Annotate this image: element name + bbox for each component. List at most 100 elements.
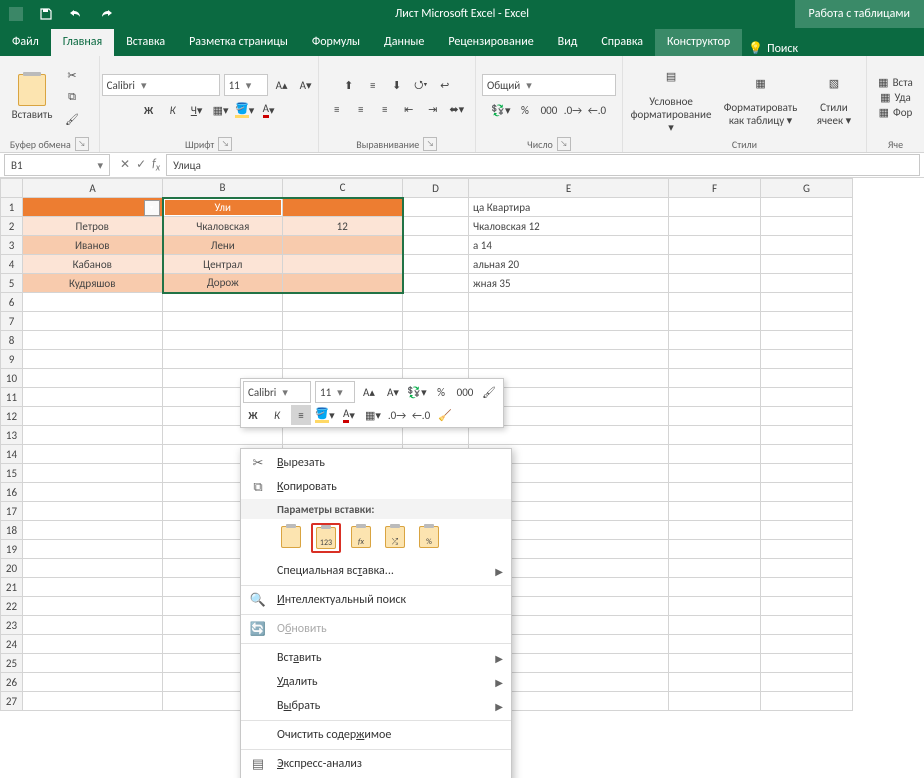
cell[interactable] [669, 673, 761, 692]
row-header[interactable]: 25 [1, 654, 23, 673]
mini-borders-icon[interactable]: ▦▾ [363, 405, 383, 425]
cell[interactable] [469, 350, 669, 369]
cell[interactable] [761, 274, 853, 293]
align-top-icon[interactable]: ⬆ [339, 75, 359, 95]
cell[interactable] [403, 350, 469, 369]
mini-shrink-font-icon[interactable]: A▾ [383, 382, 403, 402]
col-header[interactable]: F [669, 179, 761, 198]
cell[interactable] [23, 369, 163, 388]
cell[interactable] [23, 293, 163, 312]
paste-option-formulas[interactable]: fx [347, 523, 375, 551]
row-header[interactable]: 2 [1, 217, 23, 236]
ctx-insert[interactable]: Вставить▶ [241, 646, 511, 670]
tell-me[interactable]: 💡Поиск [748, 41, 798, 56]
underline-button[interactable]: Ч▾ [187, 100, 207, 120]
cell[interactable]: Иванов [23, 236, 163, 255]
cell[interactable] [761, 464, 853, 483]
cell[interactable]: Ули [163, 198, 283, 217]
cell[interactable] [403, 274, 469, 293]
cell[interactable]: ▾ [23, 198, 163, 217]
tab-data[interactable]: Данные [372, 29, 436, 56]
cell[interactable] [761, 198, 853, 217]
cell[interactable]: Лени [163, 236, 283, 255]
cell[interactable] [403, 293, 469, 312]
tab-help[interactable]: Справка [589, 29, 655, 56]
cell[interactable] [669, 445, 761, 464]
cell[interactable]: Чкаловская [163, 217, 283, 236]
col-header[interactable]: G [761, 179, 853, 198]
delete-cells-button[interactable]: ▦ Уда [880, 91, 911, 104]
cell[interactable] [669, 274, 761, 293]
cell[interactable] [669, 388, 761, 407]
cell[interactable] [283, 331, 403, 350]
tab-insert[interactable]: Вставка [114, 29, 177, 56]
copy-icon[interactable]: ⧉ [62, 87, 82, 107]
cell[interactable]: Петров [23, 217, 163, 236]
col-header[interactable]: D [403, 179, 469, 198]
mini-align-center-icon[interactable]: ≡ [291, 405, 311, 425]
cell[interactable] [23, 559, 163, 578]
cell[interactable] [669, 521, 761, 540]
cell[interactable] [283, 274, 403, 293]
row-header[interactable]: 26 [1, 673, 23, 692]
cell[interactable] [23, 521, 163, 540]
tab-formulas[interactable]: Формулы [300, 29, 372, 56]
cell[interactable] [761, 673, 853, 692]
row-header[interactable]: 18 [1, 521, 23, 540]
mini-comma-icon[interactable]: 000 [455, 382, 475, 402]
cell[interactable] [23, 578, 163, 597]
mini-inc-decimal-icon[interactable]: .0→ [387, 405, 407, 425]
cell[interactable] [283, 236, 403, 255]
cell[interactable]: Централ [163, 255, 283, 274]
indent-dec-icon[interactable]: ⇤ [399, 99, 419, 119]
ctx-smart-lookup[interactable]: 🔍Интеллектуальный поиск [241, 588, 511, 612]
cell[interactable] [761, 635, 853, 654]
cell[interactable] [23, 388, 163, 407]
accounting-icon[interactable]: 💱▾ [491, 100, 511, 120]
cell[interactable] [761, 445, 853, 464]
tab-file[interactable]: Файл [0, 29, 51, 56]
paste-button[interactable]: Вставить [6, 74, 58, 121]
cell[interactable] [669, 255, 761, 274]
percent-icon[interactable]: % [515, 100, 535, 120]
cell[interactable]: Кудряшов [23, 274, 163, 293]
row-header[interactable]: 14 [1, 445, 23, 464]
cell[interactable] [23, 654, 163, 673]
cell[interactable] [761, 426, 853, 445]
row-header[interactable]: 23 [1, 616, 23, 635]
row-header[interactable]: 21 [1, 578, 23, 597]
col-header[interactable]: E [469, 179, 669, 198]
cell[interactable] [669, 578, 761, 597]
format-cells-button[interactable]: ▦ Фор [879, 106, 913, 119]
cell[interactable] [23, 692, 163, 711]
cell[interactable] [669, 217, 761, 236]
cell[interactable] [669, 692, 761, 711]
dialog-launcher-icon[interactable]: ↘ [423, 137, 437, 151]
ctx-cut[interactable]: ✂Вырезать [241, 451, 511, 475]
cell[interactable] [23, 312, 163, 331]
undo-icon[interactable] [66, 4, 86, 24]
fill-color-icon[interactable]: 🪣▾ [235, 100, 255, 120]
cell[interactable] [283, 350, 403, 369]
cell[interactable] [761, 597, 853, 616]
cell[interactable] [669, 635, 761, 654]
tab-view[interactable]: Вид [546, 29, 590, 56]
row-header[interactable]: 22 [1, 597, 23, 616]
bold-button[interactable]: Ж [139, 100, 159, 120]
tab-review[interactable]: Рецензирование [436, 29, 545, 56]
format-painter-icon[interactable]: 🖌 [62, 109, 82, 129]
cell[interactable] [761, 331, 853, 350]
cell[interactable]: Кабанов [23, 255, 163, 274]
cell[interactable] [669, 502, 761, 521]
cell[interactable] [163, 312, 283, 331]
conditional-formatting-button[interactable]: ▤Условное форматирование ▾ [629, 61, 713, 134]
cell[interactable] [283, 426, 403, 445]
formula-input[interactable]: Улица [166, 154, 920, 176]
font-color-icon[interactable]: A▾ [259, 100, 279, 120]
dialog-launcher-icon[interactable]: ↘ [557, 137, 571, 151]
cell[interactable] [669, 236, 761, 255]
cell[interactable]: а 14 [469, 236, 669, 255]
cell[interactable] [403, 312, 469, 331]
cell[interactable] [669, 616, 761, 635]
orientation-icon[interactable]: ⭯▾ [411, 75, 431, 95]
